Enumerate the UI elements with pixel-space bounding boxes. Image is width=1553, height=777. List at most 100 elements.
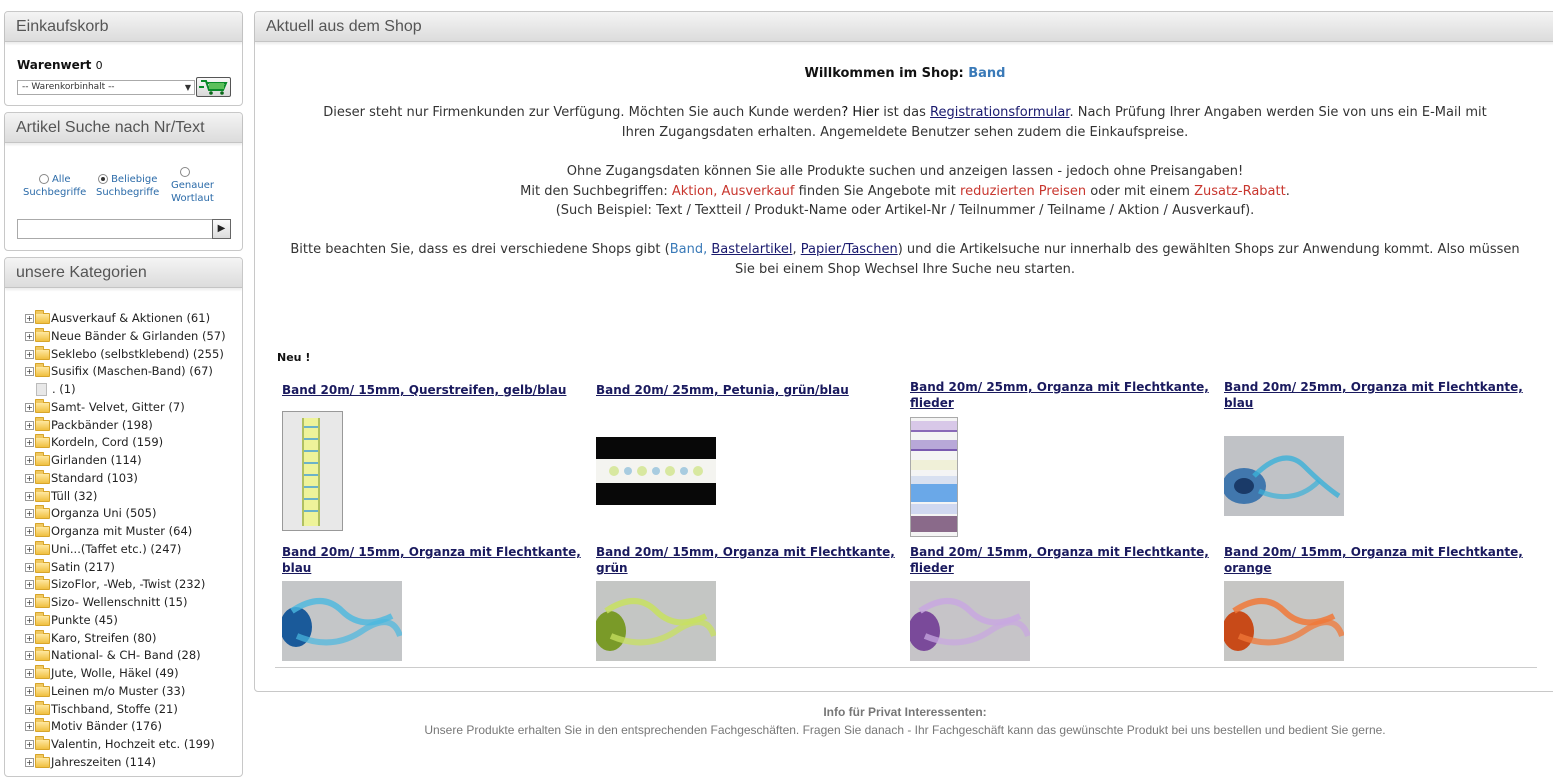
category-label[interactable]: Valentin, Hochzeit etc. (199) [51,737,215,751]
product-title-link[interactable]: Band 20m/ 15mm, Organza mit Flechtkante,… [910,544,1210,576]
product-item[interactable]: Band 20m/ 25mm, Petunia, grün/blau [596,382,896,398]
expand-icon[interactable]: + [25,491,34,501]
expand-icon[interactable]: + [25,757,34,767]
category-label[interactable]: Tischband, Stoffe (21) [51,702,178,716]
category-label[interactable]: Susifix (Maschen-Band) (67) [51,364,213,378]
category-label[interactable]: Organza Uni (505) [51,506,156,520]
expand-icon[interactable]: + [25,349,34,359]
category-label[interactable]: Seklebo (selbstklebend) (255) [51,347,224,361]
product-item[interactable]: Band 20m/ 15mm, Organza mit Flechtkante,… [282,544,582,576]
category-item[interactable]: + Tischband, Stoffe (21) [25,700,226,719]
category-label[interactable]: Uni...(Taffet etc.) (247) [51,542,181,556]
category-item[interactable]: + Uni...(Taffet etc.) (247) [25,540,226,559]
product-item[interactable]: Band 20m/ 15mm, Organza mit Flechtkante,… [910,544,1210,576]
search-go-button[interactable]: ▶ [212,219,231,239]
radio-option-exact[interactable]: Genauer Wortlaut [171,166,214,205]
category-item[interactable]: + Tüll (32) [25,487,226,506]
category-item[interactable]: + Sizo- Wellenschnitt (15) [25,594,226,612]
category-label[interactable]: Organza mit Muster (64) [51,524,192,538]
product-title-link[interactable]: Band 20m/ 25mm, Organza mit Flechtkante,… [1224,379,1524,411]
product-image[interactable] [596,437,716,505]
product-title-link[interactable]: Band 20m/ 25mm, Petunia, grün/blau [596,382,896,398]
product-title-link[interactable]: Band 20m/ 15mm, Organza mit Flechtkante,… [596,544,896,576]
category-label[interactable]: SizoFlor, -Web, -Twist (232) [51,577,205,591]
expand-icon[interactable]: + [25,562,34,572]
search-input[interactable] [17,219,213,239]
category-item[interactable]: + Susifix (Maschen-Band) (67) [25,363,226,381]
category-item[interactable]: + Satin (217) [25,558,226,577]
product-title-link[interactable]: Band 20m/ 15mm, Querstreifen, gelb/blau [282,382,582,398]
product-item[interactable]: Band 20m/ 15mm, Organza mit Flechtkante,… [1224,544,1524,576]
radio-option-all[interactable]: Alle Suchbegriffe [23,173,86,199]
category-label[interactable]: Satin (217) [51,560,115,574]
product-image[interactable] [910,417,958,537]
product-item[interactable]: Band 20m/ 25mm, Organza mit Flechtkante,… [1224,379,1524,411]
category-label[interactable]: . (1) [52,382,76,396]
product-image[interactable] [908,581,1031,661]
category-item[interactable]: + Motiv Bänder (176) [25,718,226,736]
category-item[interactable]: + Organza Uni (505) [25,505,226,523]
category-item[interactable]: + Girlanden (114) [25,452,226,470]
expand-icon[interactable]: + [25,527,34,536]
product-title-link[interactable]: Band 20m/ 15mm, Organza mit Flechtkante,… [282,544,582,576]
product-title-link[interactable]: Band 20m/ 25mm, Organza mit Flechtkante,… [910,379,1210,411]
category-item[interactable]: + Valentin, Hochzeit etc. (199) [25,736,226,754]
category-item[interactable]: + Jute, Wolle, Häkel (49) [25,665,226,683]
category-label[interactable]: Kordeln, Cord (159) [51,435,163,449]
radio-exact-icon[interactable] [180,167,191,177]
category-item[interactable]: . (1) [25,381,226,399]
category-label[interactable]: National- & CH- Band (28) [51,648,201,662]
category-label[interactable]: Standard (103) [51,471,138,485]
category-item[interactable]: + Punkte (45) [25,611,226,630]
category-label[interactable]: Punkte (45) [51,613,118,627]
category-label[interactable]: Jahreszeiten (114) [51,755,156,769]
category-label[interactable]: Jute, Wolle, Häkel (49) [51,666,179,680]
category-label[interactable]: Motiv Bänder (176) [51,719,162,733]
cart-contents-select[interactable]: -- Warenkorbinhalt -- ▼ [17,80,195,95]
product-title-link[interactable]: Band 20m/ 15mm, Organza mit Flechtkante,… [1224,544,1524,576]
category-item[interactable]: + National- & CH- Band (28) [25,647,226,665]
expand-icon[interactable]: + [25,473,34,483]
expand-icon[interactable]: + [25,686,34,696]
category-label[interactable]: Karo, Streifen (80) [51,631,156,645]
radio-all-icon[interactable] [38,174,49,184]
category-label[interactable]: Leinen m/o Muster (33) [51,684,185,698]
category-item[interactable]: + Neue Bänder & Girlanden (57) [25,327,226,346]
expand-icon[interactable]: + [25,669,34,678]
expand-icon[interactable]: + [25,402,34,412]
expand-icon[interactable]: + [25,314,34,323]
category-label[interactable]: Sizo- Wellenschnitt (15) [51,595,187,609]
category-item[interactable]: + Seklebo (selbstklebend) (255) [25,345,226,364]
product-image[interactable] [1222,581,1345,661]
product-item[interactable]: Band 20m/ 15mm, Organza mit Flechtkante,… [596,544,896,576]
category-item[interactable]: + Packbänder (198) [25,416,226,435]
category-item[interactable]: + Kordeln, Cord (159) [25,434,226,452]
product-item[interactable]: Band 20m/ 15mm, Querstreifen, gelb/blau [282,382,582,398]
expand-icon[interactable]: + [25,722,34,732]
product-image[interactable] [280,581,403,661]
product-image[interactable] [1222,436,1344,516]
radio-option-any[interactable]: Beliebige Suchbegriffe [96,173,159,199]
expand-icon[interactable]: + [25,580,34,590]
shop-bastelartikel-link[interactable]: Bastelartikel [711,242,792,257]
radio-any-icon[interactable] [97,174,108,184]
expand-icon[interactable]: + [25,456,34,465]
category-label[interactable]: Tüll (32) [51,489,97,503]
expand-icon[interactable]: + [25,615,34,625]
expand-icon[interactable]: + [25,704,34,714]
category-label[interactable]: Neue Bänder & Girlanden (57) [51,329,226,343]
expand-icon[interactable]: + [25,544,34,554]
expand-icon[interactable]: + [25,420,34,430]
product-image[interactable] [282,411,343,531]
category-item[interactable]: + Leinen m/o Muster (33) [25,682,226,701]
registration-link[interactable]: Registrationsformular [930,105,1069,120]
expand-icon[interactable]: + [25,331,34,341]
product-item[interactable]: Band 20m/ 25mm, Organza mit Flechtkante,… [910,379,1210,411]
category-item[interactable]: + Organza mit Muster (64) [25,523,226,541]
category-label[interactable]: Samt- Velvet, Gitter (7) [51,400,185,414]
category-label[interactable]: Packbänder (198) [51,418,153,432]
expand-icon[interactable]: + [25,633,34,643]
category-label[interactable]: Girlanden (114) [51,453,142,467]
expand-icon[interactable]: + [25,438,34,448]
expand-icon[interactable]: + [25,740,34,749]
